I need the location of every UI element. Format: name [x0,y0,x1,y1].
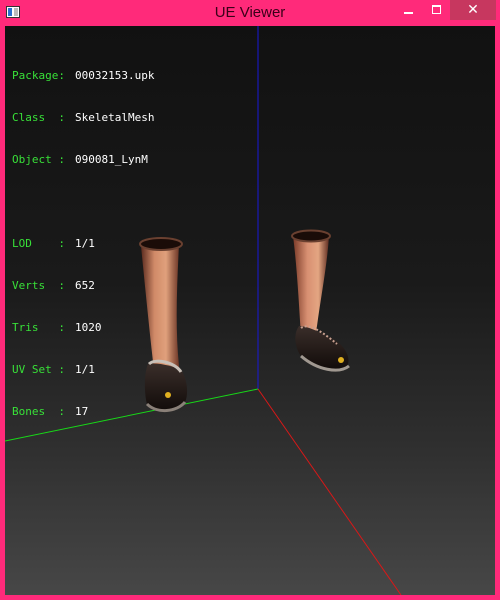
info-row-class: Class : SkeletalMesh [12,111,155,124]
info-row-tris: Tris :1020 [12,321,102,334]
maximize-button[interactable] [424,0,450,20]
info-row-package: Package: 00032153.upk [12,69,155,82]
mesh-info-panel: Package: 00032153.upk Class : SkeletalMesh… [12,41,154,447]
axis-x-line [257,388,402,595]
right-leg-mesh [291,229,350,372]
minimize-button[interactable] [396,0,422,20]
close-icon: ✕ [467,2,479,18]
close-button[interactable]: ✕ [450,0,496,20]
app-window: UE Viewer ✕ Package: 00032153.upk Class … [0,0,500,600]
title-bar[interactable]: UE Viewer ✕ [0,0,500,26]
3d-viewport[interactable]: Package: 00032153.upk Class : SkeletalMesh… [5,26,495,595]
info-row-object: Object :090081_LynM [12,153,148,166]
info-row-lod: LOD :1/1 [12,237,95,250]
info-row-uvset: UV Set :1/1 [12,363,95,376]
info-row-verts: Verts :652 [12,279,95,292]
info-row-bones: Bones :17 [12,405,89,418]
